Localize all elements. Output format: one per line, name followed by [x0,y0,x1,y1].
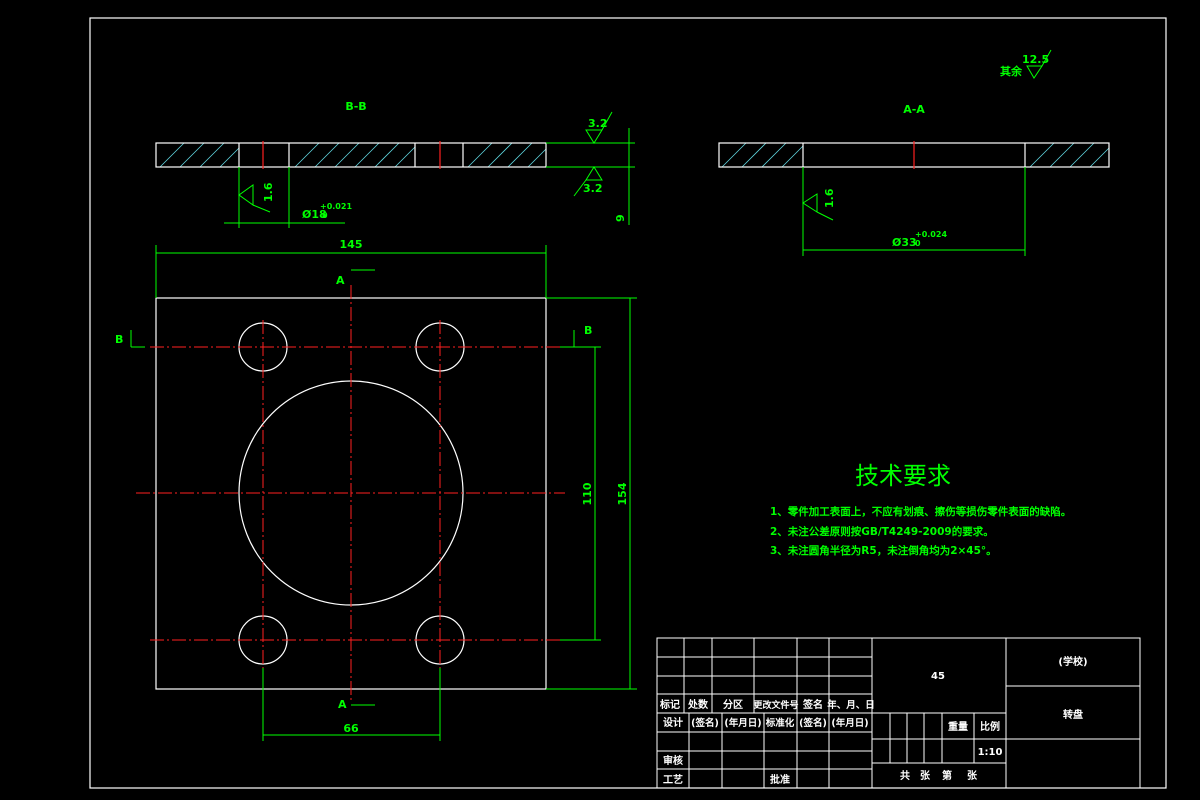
cad-drawing: B-B 9 3.2 3.2 1.6 Ø18 +0.021 0 A-A 1.6 Ø… [89,17,1167,789]
tech-req-item: 2、未注公差原则按GB/T4249-2009的要求。 [770,525,994,538]
hole-tol-lower: 0 [322,211,328,220]
technical-requirements: 技术要求 1、零件加工表面上，不应有划痕、擦伤等损伤零件表面的缺陷。 2、未注公… [770,462,1071,557]
roughness-bottom: 3.2 [583,182,603,195]
other-roughness: 其余 12.5 [1000,49,1052,79]
tb-sheets: 共 [900,769,910,782]
section-aa-label: A-A [903,103,925,116]
title-block: 标记 处数 分区 更改文件号 签名 年、月、日 设计 (签名) (年月日) 标准… [656,637,1141,789]
tb-design: (年月日) [831,717,868,729]
cut-b-left: B [115,333,123,346]
tb-weight-label: 重量 [948,720,968,733]
tb-header: 更改文件号 [753,699,798,711]
hole-spacing-v: 110 [581,482,594,505]
tb-approve: 批准 [770,773,790,786]
bore-tol-lower: 0 [915,239,921,248]
tech-req-item: 3、未注圆角半径为R5，未注倒角均为2×45°。 [770,544,997,557]
tb-header: 处数 [687,698,709,711]
thickness-dim: 9 [614,214,627,222]
tb-part-name: 转盘 [1063,708,1083,721]
section-bb-label: B-B [345,100,366,113]
tb-review: 审核 [663,754,683,767]
cut-a-bottom: A [338,698,347,711]
tb-header: 签名 [802,698,823,711]
tb-material: 45 [931,671,945,682]
tb-scale: 1:10 [978,747,1003,758]
hatch [159,142,547,168]
tb-sheets: 第 [942,769,952,782]
tb-process: 工艺 [663,773,683,786]
drawing-frame [89,17,1167,789]
tb-sheets: 张 [967,769,978,782]
tb-header: 标记 [659,698,680,711]
other-roughness-label: 其余 [1000,64,1023,78]
tb-design: 标准化 [765,717,795,729]
tb-design: 设计 [663,716,683,729]
bore-tol-upper: +0.024 [915,230,947,239]
roughness-bore: 1.6 [823,188,836,208]
height-dim: 154 [616,482,629,505]
tb-design: (签名) [799,717,827,729]
tech-req-item: 1、零件加工表面上，不应有划痕、擦伤等损伤零件表面的缺陷。 [770,505,1071,518]
tb-school: (学校) [1058,655,1087,668]
section-bb: B-B 9 3.2 3.2 1.6 Ø18 +0.021 0 [155,100,635,228]
other-roughness-value: 12.5 [1022,53,1049,66]
section-aa: A-A 1.6 Ø33 +0.024 0 [718,103,1110,256]
main-view: 145 154 110 66 A A B B [115,238,637,741]
tb-design: (签名) [691,717,719,729]
tb-design: (年月日) [724,717,761,729]
hole-tol-upper: +0.021 [320,202,352,211]
roughness-top: 3.2 [588,117,608,130]
tb-header: 年、月、日 [827,699,875,711]
tb-sheets: 张 [920,769,931,782]
cut-b-right: B [584,324,592,337]
tech-req-title: 技术要求 [855,462,951,490]
hole-spacing-h: 66 [343,722,359,735]
width-dim: 145 [340,238,363,251]
cut-a-top: A [336,274,345,287]
roughness-hole: 1.6 [262,182,275,202]
tb-header: 分区 [723,698,743,711]
bore-dim: Ø33 [892,236,917,249]
tb-scale-label: 比例 [980,720,1000,733]
